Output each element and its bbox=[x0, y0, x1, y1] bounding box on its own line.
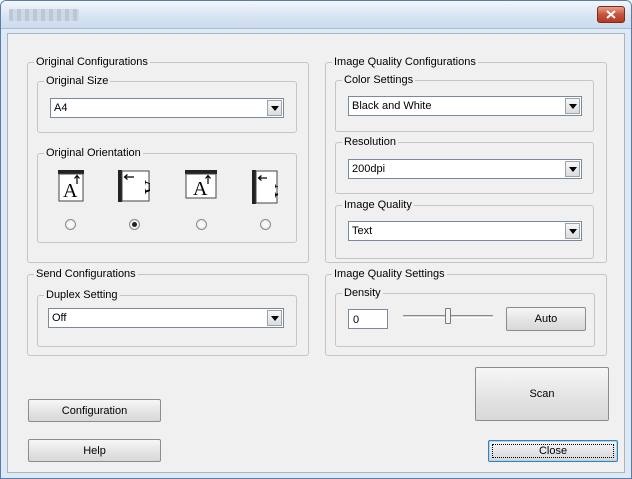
original-size-legend: Original Size bbox=[44, 74, 111, 88]
chevron-down-icon[interactable] bbox=[267, 100, 282, 116]
original-size-group: Original Size A4 bbox=[37, 74, 297, 133]
original-configurations-group: Original Configurations Original Size A4… bbox=[27, 55, 309, 263]
resolution-legend: Resolution bbox=[342, 135, 398, 149]
portrait-upright-icon: A bbox=[58, 170, 84, 202]
duplex-setting-value: Off bbox=[52, 312, 67, 324]
chevron-down-icon[interactable] bbox=[565, 223, 580, 239]
image-quality-value: Text bbox=[352, 225, 373, 237]
chevron-down-icon[interactable] bbox=[565, 98, 580, 114]
send-configurations-legend: Send Configurations bbox=[34, 267, 138, 281]
original-size-value: A4 bbox=[54, 102, 68, 114]
resolution-group: Resolution 200dpi bbox=[335, 135, 594, 194]
original-orientation-group: Original Orientation A A bbox=[37, 146, 297, 243]
image-quality-configurations-group: Image Quality Configurations Color Setti… bbox=[325, 55, 607, 263]
image-quality-settings-legend: Image Quality Settings bbox=[332, 267, 447, 281]
density-value: 0 bbox=[353, 314, 360, 326]
orientation-radio-landscape-left[interactable] bbox=[129, 219, 140, 230]
duplex-setting-group: Duplex Setting Off bbox=[37, 288, 297, 347]
original-configurations-legend: Original Configurations bbox=[34, 55, 150, 69]
landscape-left-icon: A bbox=[118, 170, 162, 202]
help-button[interactable]: Help bbox=[28, 439, 161, 462]
density-value-field[interactable]: 0 bbox=[348, 309, 388, 329]
orientation-radio-landscape-right[interactable] bbox=[260, 219, 271, 230]
landscape-right-icon: A bbox=[252, 170, 291, 204]
color-settings-value: Black and White bbox=[352, 100, 432, 112]
color-settings-legend: Color Settings bbox=[342, 73, 416, 87]
window-title-redacted bbox=[9, 9, 79, 21]
density-legend: Density bbox=[342, 286, 383, 300]
close-button-label: Close bbox=[538, 445, 568, 457]
close-button[interactable]: Close bbox=[488, 440, 618, 462]
original-orientation-legend: Original Orientation bbox=[44, 146, 143, 160]
scan-dialog-window: Original Configurations Original Size A4… bbox=[0, 0, 632, 479]
image-quality-settings-group: Image Quality Settings Density 0 Auto bbox=[325, 267, 607, 356]
svg-text:A: A bbox=[193, 178, 208, 200]
auto-button[interactable]: Auto bbox=[506, 307, 586, 331]
density-group: Density 0 Auto bbox=[335, 286, 595, 347]
title-bar[interactable] bbox=[1, 1, 631, 29]
radio-selected-dot bbox=[132, 222, 137, 227]
image-quality-configurations-legend: Image Quality Configurations bbox=[332, 55, 478, 69]
chevron-down-icon[interactable] bbox=[267, 310, 282, 326]
resolution-dropdown[interactable]: 200dpi bbox=[348, 159, 582, 179]
dialog-client-area: Original Configurations Original Size A4… bbox=[7, 33, 625, 473]
chevron-down-icon[interactable] bbox=[565, 161, 580, 177]
color-settings-dropdown[interactable]: Black and White bbox=[348, 96, 582, 116]
svg-text:A: A bbox=[140, 180, 150, 195]
resolution-value: 200dpi bbox=[352, 163, 386, 175]
duplex-setting-legend: Duplex Setting bbox=[44, 288, 120, 302]
color-settings-group: Color Settings Black and White bbox=[335, 73, 594, 132]
portrait-upright-wide-icon: A bbox=[185, 170, 217, 202]
svg-text:A: A bbox=[63, 180, 78, 202]
image-quality-dropdown[interactable]: Text bbox=[348, 221, 582, 241]
image-quality-legend: Image Quality bbox=[342, 198, 414, 212]
close-icon[interactable] bbox=[597, 6, 625, 23]
orientation-radio-portrait-wide[interactable] bbox=[196, 219, 207, 230]
svg-text:A: A bbox=[270, 184, 278, 198]
orientation-radio-portrait[interactable] bbox=[65, 219, 76, 230]
density-slider-thumb[interactable] bbox=[445, 308, 451, 324]
scan-button[interactable]: Scan bbox=[475, 367, 609, 421]
image-quality-group: Image Quality Text bbox=[335, 198, 594, 259]
original-size-dropdown[interactable]: A4 bbox=[50, 98, 284, 118]
send-configurations-group: Send Configurations Duplex Setting Off bbox=[27, 267, 309, 356]
configuration-button[interactable]: Configuration bbox=[28, 399, 161, 422]
duplex-setting-dropdown[interactable]: Off bbox=[48, 308, 284, 328]
